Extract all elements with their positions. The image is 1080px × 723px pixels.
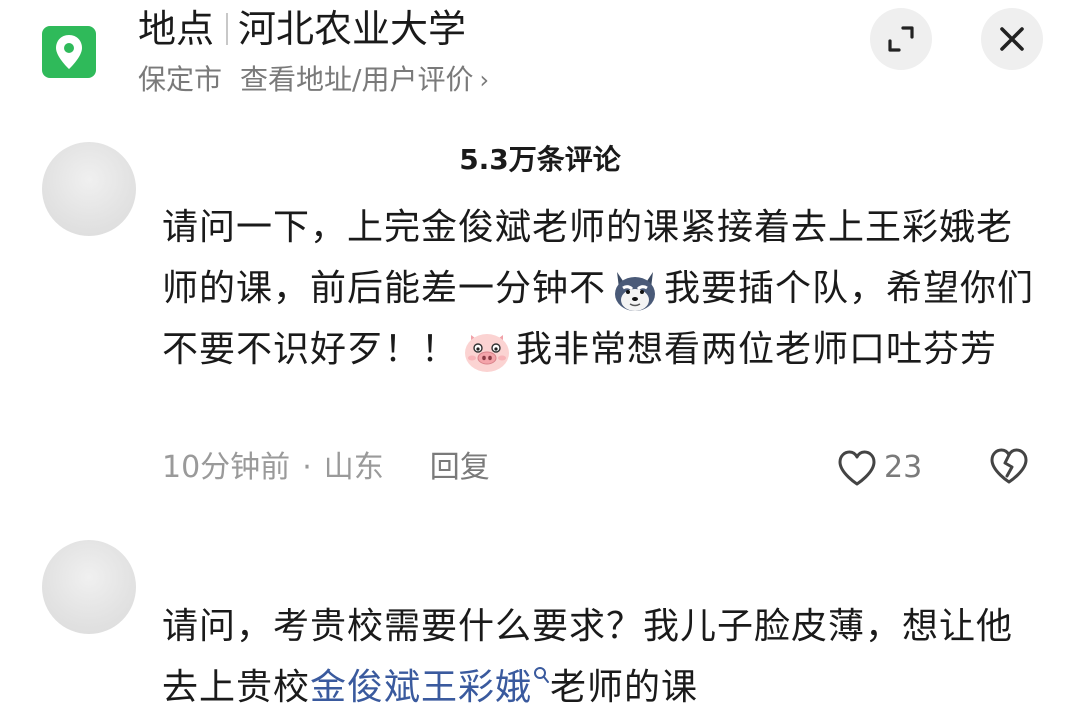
pig-emoji-icon: [461, 327, 513, 375]
comment-text: 我非常想看两位老师口吐芬芳: [516, 329, 998, 370]
comment-count: 5.3万条评论: [459, 143, 621, 176]
like-button[interactable]: 23: [836, 446, 922, 490]
city-name: 保定市: [138, 63, 223, 96]
header-title: 地点 河北农业大学: [138, 6, 466, 52]
view-address-link[interactable]: 查看地址/用户评价: [240, 60, 473, 100]
title-divider: [226, 13, 229, 45]
heart-icon: [838, 450, 876, 486]
comment-location: 山东: [323, 450, 384, 485]
close-icon: [1000, 27, 1024, 51]
avatar[interactable]: [42, 142, 136, 236]
header-subtitle[interactable]: 保定市 查看地址/用户评价 ›: [138, 60, 489, 100]
comment-body: 请问一下，上完金俊斌老师的课紧接着去上王彩娥老师的课，前后能差一分钟不 我要插个…: [162, 197, 1042, 380]
avatar[interactable]: [42, 540, 136, 634]
location-pin-icon: [42, 26, 96, 78]
chevron-right-icon: ›: [479, 66, 490, 94]
search-link[interactable]: 金俊斌王彩娥: [310, 667, 532, 708]
collapse-icon: [888, 26, 914, 52]
dislike-button[interactable]: [988, 446, 1030, 490]
close-button[interactable]: [981, 8, 1043, 70]
comment-text: 老师的课: [550, 667, 699, 708]
reply-button[interactable]: 回复: [430, 448, 490, 488]
search-icon: [534, 667, 550, 683]
place-name: 河北农业大学: [238, 7, 467, 51]
comment-body: 请问，考贵校需要什么要求？我儿子脸皮薄，想让他去上贵校金俊斌王彩娥 老师的课: [162, 596, 1042, 718]
header-label: 地点: [138, 7, 215, 51]
comment-meta: 10分钟前 · 山东 回复: [162, 448, 490, 488]
page: 地点 河北农业大学 保定市 查看地址/用户评价 › 5.3万条评论 请问一下，上…: [0, 0, 1080, 723]
comment-time: 10分钟前: [162, 450, 291, 485]
like-count: 23: [884, 450, 923, 485]
collapse-button[interactable]: [870, 8, 932, 70]
broken-heart-icon: [990, 448, 1028, 484]
husky-emoji-icon: [609, 266, 661, 314]
